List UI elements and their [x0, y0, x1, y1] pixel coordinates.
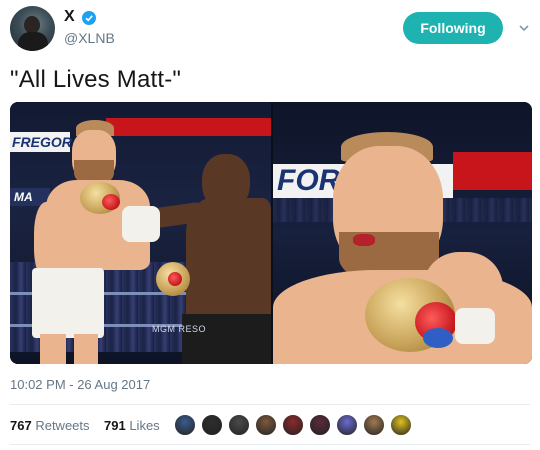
liker-avatar[interactable]: [282, 414, 304, 436]
retweets-label: Retweets: [35, 418, 90, 433]
tweet-stats: 767 Retweets 791 Likes: [10, 418, 160, 433]
tweet-card: X @XLNB Following "All Lives Matt-" FREG…: [0, 0, 540, 450]
author-avatar[interactable]: [10, 6, 55, 51]
liker-avatar[interactable]: [363, 414, 385, 436]
author-handle[interactable]: @XLNB: [64, 30, 115, 46]
liker-avatar[interactable]: [255, 414, 277, 436]
left-banner-text: FREGOR: [10, 132, 72, 152]
retweets-count: 767: [10, 418, 32, 433]
author-name[interactable]: X: [64, 8, 75, 26]
liker-avatar[interactable]: [228, 414, 250, 436]
media-photo-left[interactable]: FREGOR MA MGM RESO: [10, 102, 271, 364]
likes-stat[interactable]: 791 Likes: [104, 418, 160, 433]
likes-label: Likes: [129, 418, 160, 433]
liker-avatar[interactable]: [309, 414, 331, 436]
divider-top: [10, 404, 530, 405]
likes-count: 791: [104, 418, 126, 433]
tweet-media[interactable]: FREGOR MA MGM RESO FOR: [10, 102, 532, 364]
liker-avatar[interactable]: [174, 414, 196, 436]
tweet-timestamp[interactable]: 10:02 PM - 26 Aug 2017: [10, 377, 150, 392]
verified-badge-icon: [82, 11, 96, 25]
retweets-stat[interactable]: 767 Retweets: [10, 418, 93, 433]
ring-text: MGM RESO: [152, 324, 207, 334]
liker-avatar[interactable]: [201, 414, 223, 436]
divider-bottom: [10, 444, 530, 445]
chevron-down-icon[interactable]: [518, 22, 530, 34]
tweet-header: X @XLNB Following: [10, 6, 530, 56]
tweet-text: "All Lives Matt-": [10, 66, 182, 93]
following-button[interactable]: Following: [403, 12, 503, 44]
liker-avatar[interactable]: [390, 414, 412, 436]
liker-avatar[interactable]: [336, 414, 358, 436]
media-photo-right[interactable]: FOR: [273, 102, 532, 364]
